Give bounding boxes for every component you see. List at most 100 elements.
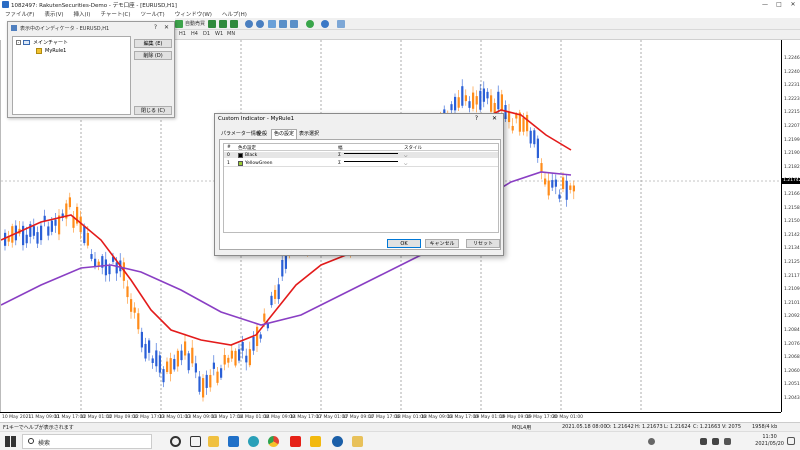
tf-h4[interactable]: H4	[191, 31, 198, 37]
mt4-icon[interactable]	[332, 436, 343, 447]
tile-icon[interactable]	[268, 20, 276, 28]
candle-body	[551, 180, 554, 188]
zoom-out-icon[interactable]	[256, 20, 264, 28]
menu-view[interactable]: 表示(V)	[39, 10, 68, 18]
tree-item-main-chart[interactable]: メインチャート	[33, 39, 68, 46]
tf-mn[interactable]: MN	[227, 31, 235, 37]
tf-w1[interactable]: W1	[215, 31, 223, 37]
menu-file[interactable]: ファイル(F)	[0, 10, 39, 18]
mail-icon[interactable]	[228, 436, 239, 447]
color-row-1[interactable]: 1 YellowGreen Σ ⌵	[224, 160, 498, 167]
candle-body	[259, 334, 262, 339]
ok-button[interactable]: OK	[387, 239, 421, 248]
tray-icon[interactable]	[648, 438, 655, 445]
wifi-icon[interactable]	[700, 438, 707, 445]
notification-icon[interactable]	[787, 437, 795, 445]
templates-icon[interactable]	[337, 20, 345, 28]
candle-body	[108, 265, 111, 275]
price-tick-label: 1.21500	[784, 219, 800, 225]
candle-body	[263, 313, 266, 322]
window-title: 1082497: RakutenSecurities-Demo - デモ口座 -…	[11, 2, 177, 9]
width-selector[interactable]: Σ	[338, 153, 341, 158]
windows-start-icon[interactable]	[5, 436, 16, 447]
price-tick-label: 1.22150	[784, 110, 800, 116]
color-row-0[interactable]: 0 Black Σ ⌵	[224, 152, 498, 159]
candle-body	[270, 295, 273, 306]
col-width: 幅	[338, 146, 343, 151]
tf-h1[interactable]: H1	[179, 31, 186, 37]
taskbar-search[interactable]: 検索	[22, 434, 152, 449]
autoscroll-icon[interactable]	[279, 20, 287, 28]
bar-chart-icon[interactable]	[208, 20, 216, 28]
task-view-icon[interactable]	[190, 436, 201, 447]
minimize-button[interactable]: —	[758, 0, 772, 9]
app-icon[interactable]	[310, 436, 321, 447]
width-line[interactable]	[344, 153, 398, 154]
candle-body	[162, 369, 165, 383]
width-line[interactable]	[344, 161, 398, 162]
close-dialog-button[interactable]: 閉じる (C)	[134, 106, 172, 115]
youtube-icon[interactable]	[290, 436, 301, 447]
help-button[interactable]: ?	[154, 24, 157, 31]
menu-tools[interactable]: ツール(T)	[136, 10, 170, 18]
color-name[interactable]: YellowGreen	[245, 161, 272, 166]
line-chart-icon[interactable]	[230, 20, 238, 28]
candle-body	[572, 185, 575, 192]
cortana-icon[interactable]	[170, 436, 181, 447]
cancel-button[interactable]: キャンセル	[425, 239, 459, 248]
color-swatch[interactable]	[238, 153, 243, 158]
zoom-in-icon[interactable]	[245, 20, 253, 28]
candle-body	[554, 179, 557, 187]
tree-item-myrule1[interactable]: MyRule1	[45, 48, 66, 54]
color-name[interactable]: Black	[245, 153, 257, 158]
autotrade-button[interactable]: 自動売買	[185, 20, 205, 27]
candle-body	[36, 232, 39, 244]
delete-button[interactable]: 削除 (D)	[134, 51, 172, 60]
chrome-icon[interactable]	[268, 436, 279, 447]
colors-grid: # 色の設定 幅 スタイル 0 Black Σ ⌵ 1 YellowGreen …	[223, 143, 499, 233]
reset-button[interactable]: リセット	[466, 239, 500, 248]
candle-body	[482, 88, 485, 102]
close-button[interactable]: ✕	[164, 24, 169, 31]
indicators-icon[interactable]	[306, 20, 314, 28]
menu-help[interactable]: ヘルプ(H)	[217, 10, 252, 18]
width-selector[interactable]: Σ	[338, 161, 341, 166]
candle-chart-icon[interactable]	[219, 20, 227, 28]
price-tick-label: 1.20680	[784, 355, 800, 361]
maximize-button[interactable]: □	[772, 0, 786, 9]
color-swatch[interactable]	[238, 161, 243, 166]
taskbar-clock[interactable]: 11:30 2021/05/20	[755, 434, 784, 448]
edge-icon[interactable]	[248, 436, 259, 447]
candle-body	[281, 259, 284, 277]
price-axis: 1.22460 1.22400 1.22310 1.22230 1.22150 1.220…	[781, 40, 800, 412]
menu-insert[interactable]: 挿入(I)	[69, 10, 96, 18]
col-color: 色の設定	[238, 146, 256, 151]
tab-visualization[interactable]: 表示選択	[297, 130, 321, 139]
periods-icon[interactable]	[321, 20, 329, 28]
close-button[interactable]: ✕	[786, 0, 800, 9]
close-button[interactable]: ✕	[492, 115, 497, 122]
tf-d1[interactable]: D1	[203, 31, 210, 37]
help-button[interactable]: ?	[475, 115, 478, 122]
menu-window[interactable]: ウィンドウ(W)	[170, 10, 217, 18]
chart-shift-icon[interactable]	[290, 20, 298, 28]
folder-icon[interactable]	[352, 436, 363, 447]
ime-icon[interactable]	[724, 438, 731, 445]
price-tick-label: 1.22400	[784, 69, 800, 75]
candle-body	[83, 225, 86, 244]
style-selector[interactable]: ⌵	[404, 161, 407, 167]
edit-button[interactable]: 編集 (E)	[134, 39, 172, 48]
autotrade-icon[interactable]	[175, 20, 183, 28]
file-explorer-icon[interactable]	[208, 436, 219, 447]
col-index: #	[227, 145, 231, 150]
tab-common[interactable]: 全般	[255, 130, 269, 139]
tab-colors[interactable]: 色の設定	[271, 129, 298, 139]
volume-icon[interactable]	[712, 438, 719, 445]
candle-body	[461, 86, 464, 106]
candle-body	[126, 286, 129, 298]
style-selector[interactable]: ⌵	[404, 153, 407, 159]
candle-body	[90, 254, 93, 259]
menu-chart[interactable]: チャート(C)	[95, 10, 135, 18]
collapse-icon[interactable]: -	[16, 40, 21, 45]
candle-body	[248, 349, 251, 366]
